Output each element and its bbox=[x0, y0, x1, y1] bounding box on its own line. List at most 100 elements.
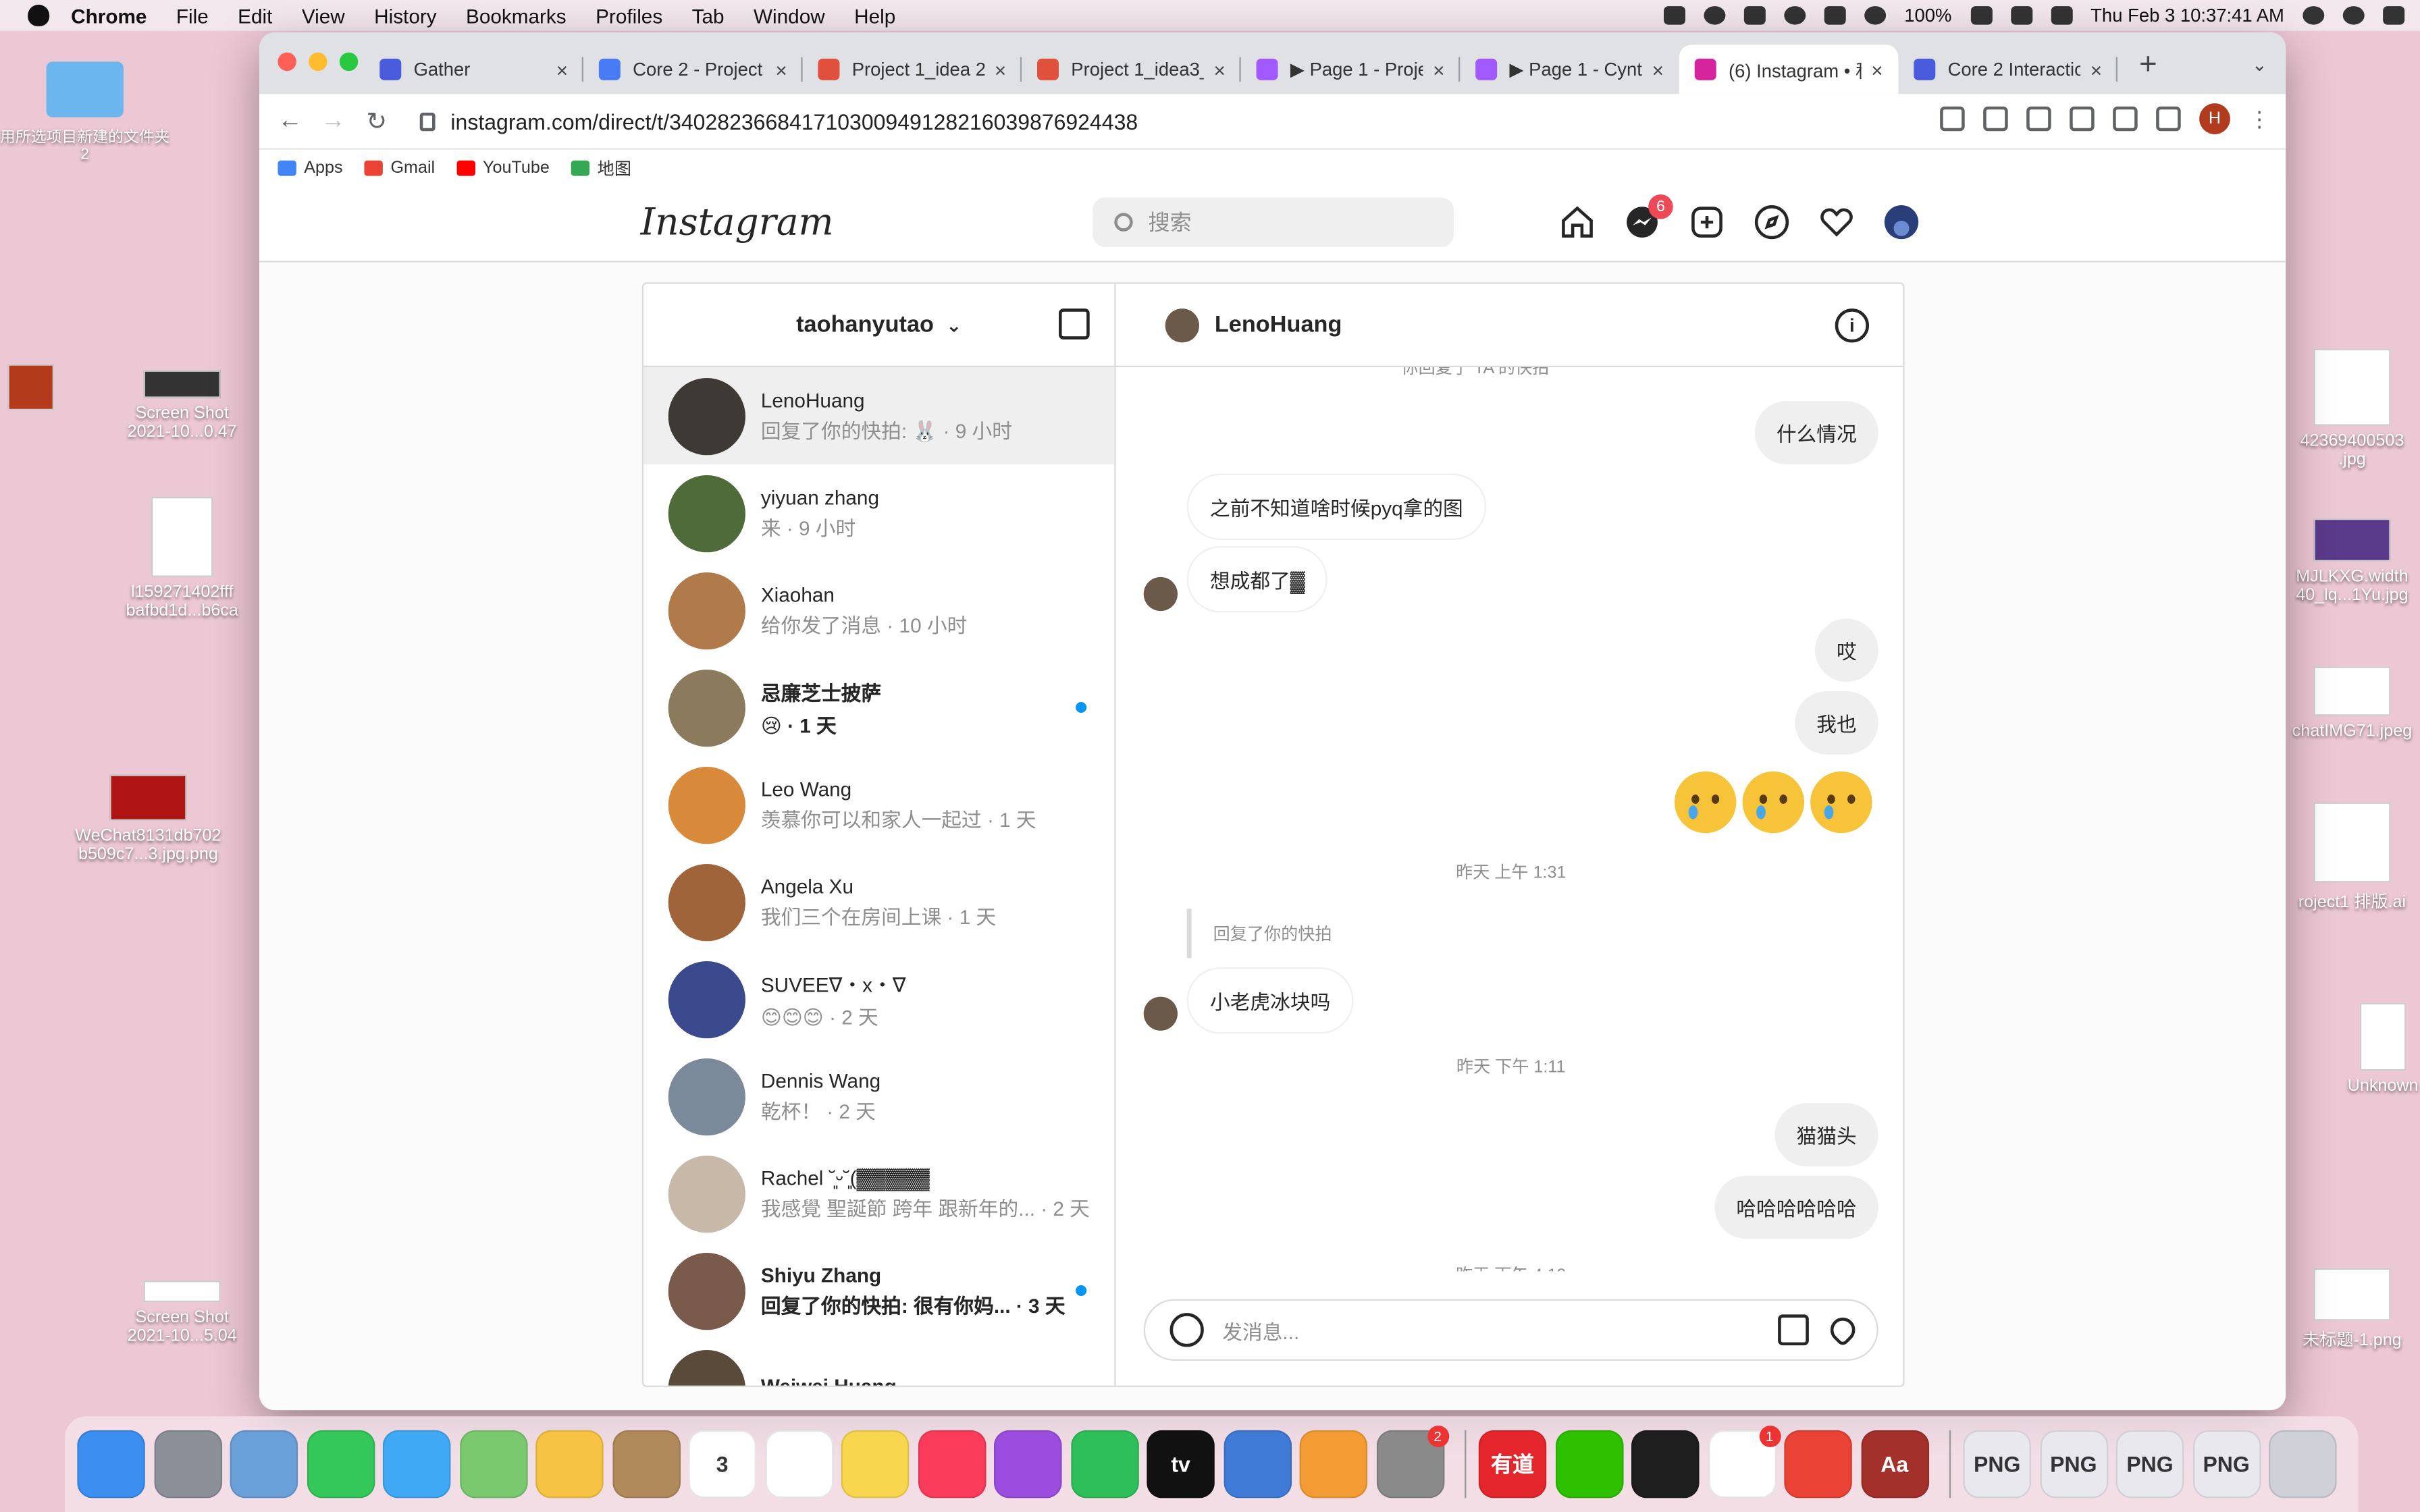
dock-app-trash-icon[interactable] bbox=[2269, 1430, 2337, 1498]
conversation-item[interactable]: Weiwei Huang bbox=[643, 1339, 1114, 1386]
lock-icon[interactable] bbox=[419, 112, 436, 132]
dock-app-wechat-icon[interactable] bbox=[1554, 1430, 1623, 1498]
menu-app-name[interactable]: Chrome bbox=[71, 4, 147, 27]
close-tab-icon[interactable]: × bbox=[995, 58, 1006, 81]
dock-app-png-2-icon[interactable]: PNG bbox=[2039, 1430, 2108, 1498]
dock-app-reminders-icon[interactable] bbox=[764, 1430, 833, 1498]
control-center-icon[interactable] bbox=[2383, 6, 2405, 25]
dropbox-icon[interactable] bbox=[1663, 6, 1685, 25]
close-tab-icon[interactable]: × bbox=[2090, 58, 2102, 81]
menu-help[interactable]: Help bbox=[854, 4, 895, 27]
conversation-item[interactable]: Xiaohan 给你发了消息 · 10 小时 bbox=[643, 562, 1114, 659]
message-bubble-received[interactable]: 想成都了▓ bbox=[1186, 546, 1328, 613]
bookmark-apps[interactable]: Apps bbox=[278, 158, 343, 177]
battery-icon[interactable] bbox=[1970, 6, 1992, 25]
explore-icon[interactable] bbox=[1754, 204, 1791, 241]
message-bubble-sent[interactable]: 哈哈哈哈哈哈 bbox=[1714, 1175, 1878, 1239]
reading-list-icon[interactable] bbox=[2113, 106, 2138, 132]
dock-app-tv-icon[interactable]: tv bbox=[1147, 1430, 1215, 1498]
forward-button[interactable]: → bbox=[312, 107, 355, 135]
back-button[interactable]: ← bbox=[269, 107, 312, 135]
search-input[interactable]: 搜索 bbox=[1093, 197, 1454, 247]
message-bubble-sent[interactable]: 猫猫头 bbox=[1774, 1103, 1878, 1167]
dock-app-figma-icon[interactable] bbox=[1631, 1430, 1700, 1498]
browser-tab[interactable]: (6) Instagram • 私 × bbox=[1679, 45, 1899, 94]
browser-tab[interactable]: Core 2 Interaction × bbox=[1898, 45, 2118, 94]
desktop-file[interactable]: chatIMG71.jpeg bbox=[2284, 666, 2420, 740]
more-menu-icon[interactable]: ⋮ bbox=[2248, 106, 2270, 132]
dock-app-png-4-icon[interactable]: PNG bbox=[2192, 1430, 2261, 1498]
menu-clock[interactable]: Thu Feb 3 10:37:41 AM bbox=[2090, 5, 2284, 26]
dock-app-chrome-icon[interactable] bbox=[1784, 1430, 1852, 1498]
chevron-down-icon[interactable]: ⌄ bbox=[946, 314, 962, 335]
message-bubble-sent[interactable]: 哎 bbox=[1814, 618, 1878, 682]
share-icon[interactable] bbox=[2026, 106, 2051, 132]
conversation-item[interactable]: Shiyu Zhang 回复了你的快拍: 很有你妈... · 3 天 bbox=[643, 1242, 1114, 1339]
menu-edit[interactable]: Edit bbox=[238, 4, 272, 27]
dock-app-podcasts-icon[interactable] bbox=[994, 1430, 1062, 1498]
key-icon[interactable] bbox=[1940, 106, 1965, 132]
dock-app-pages-icon[interactable] bbox=[1299, 1430, 1368, 1498]
crying-emoji-icon[interactable] bbox=[1810, 771, 1872, 834]
creative-cloud-icon[interactable] bbox=[1704, 6, 1726, 25]
profile-avatar-icon[interactable] bbox=[1883, 204, 1920, 241]
dock-app-music-icon[interactable] bbox=[917, 1430, 986, 1498]
zoom-window-button[interactable] bbox=[339, 52, 359, 72]
browser-tab[interactable]: Project 1_idea3_n × bbox=[1022, 45, 1241, 94]
profile-avatar[interactable]: H bbox=[2199, 103, 2230, 134]
dock-app-messages-icon[interactable] bbox=[382, 1430, 451, 1498]
home-icon[interactable] bbox=[1559, 204, 1596, 241]
conversation-item[interactable]: Rachel ˘͈ᵕ˘͈(▓▓▓▓▓ 我感覺 聖誕節 跨年 跟新年的... · 2… bbox=[643, 1145, 1114, 1242]
message-bubble-received[interactable]: 小老虎冰块吗 bbox=[1186, 967, 1354, 1034]
desktop-file[interactable]: Screen Shot 2021-10...0.47 bbox=[108, 370, 256, 441]
crying-emoji-icon[interactable] bbox=[1675, 771, 1737, 834]
menu-view[interactable]: View bbox=[302, 4, 345, 27]
dock-app-png-3-icon[interactable]: PNG bbox=[2115, 1430, 2184, 1498]
translate-icon[interactable] bbox=[1983, 106, 2008, 132]
conversation-item[interactable]: SUVEE∇・x・∇ 😊😊😊 · 2 天 bbox=[643, 950, 1114, 1048]
activity-heart-icon[interactable] bbox=[1818, 204, 1856, 241]
dock-app-contacts-icon[interactable] bbox=[612, 1430, 680, 1498]
dock-app-maps-icon[interactable] bbox=[459, 1430, 527, 1498]
desktop-file[interactable]: WeChat8131db702 b509c7...3.jpg.png bbox=[61, 774, 234, 864]
message-bubble-received[interactable]: 之前不知道啥时候pyq拿的图 bbox=[1186, 473, 1487, 541]
siri-icon[interactable] bbox=[2342, 6, 2365, 25]
conversation-item[interactable]: 忌廉芝士披萨 😢 · 1 天 bbox=[643, 659, 1114, 756]
close-tab-icon[interactable]: × bbox=[1652, 58, 1664, 81]
emoji-picker-icon[interactable] bbox=[1169, 1313, 1204, 1347]
crying-emoji-icon[interactable] bbox=[1742, 771, 1804, 834]
close-tab-icon[interactable]: × bbox=[1871, 58, 1883, 81]
close-window-button[interactable] bbox=[278, 52, 296, 72]
desktop-file[interactable]: Unknown bbox=[2346, 1002, 2420, 1096]
clipboard-icon[interactable] bbox=[1743, 6, 1766, 25]
address-bar[interactable]: instagram.com/direct/t/34028236684171030… bbox=[401, 100, 2099, 144]
volume-icon[interactable] bbox=[2050, 6, 2072, 25]
close-tab-icon[interactable]: × bbox=[1433, 58, 1444, 81]
desktop-file[interactable]: 未标题-1.png bbox=[2284, 1268, 2420, 1351]
message-input[interactable]: 发消息... bbox=[1222, 1316, 1299, 1345]
dock-app-preview-icon[interactable] bbox=[230, 1430, 298, 1498]
desktop-file[interactable]: MJLKXG.width 40_lq...1Yu.jpg bbox=[2284, 518, 2420, 605]
browser-tab[interactable]: Gather × bbox=[364, 45, 584, 94]
bookmark-gmail[interactable]: Gmail bbox=[364, 158, 435, 177]
close-tab-icon[interactable]: × bbox=[775, 58, 787, 81]
story-reply-note[interactable]: 回复了你的快拍 bbox=[1186, 909, 1332, 959]
like-heart-icon[interactable] bbox=[1825, 1312, 1861, 1348]
menu-tab[interactable]: Tab bbox=[692, 4, 725, 27]
dock-app-launchpad-icon[interactable] bbox=[153, 1430, 221, 1498]
message-composer[interactable]: 发消息... bbox=[1143, 1299, 1878, 1361]
image-upload-icon[interactable] bbox=[1778, 1314, 1809, 1346]
bookmark-star-icon[interactable] bbox=[2070, 106, 2095, 132]
message-thread[interactable]: 你回复了 TA 的快拍 什么情况 之前不知道啥时候pyq拿的图 想成都了▓ 哎 … bbox=[1116, 367, 1903, 1271]
bookmark-maps[interactable]: 地图 bbox=[571, 155, 631, 180]
dock-app-png-1-icon[interactable]: PNG bbox=[1963, 1430, 2032, 1498]
close-tab-icon[interactable]: × bbox=[1214, 58, 1226, 81]
dock-app-facetime-icon[interactable] bbox=[306, 1430, 375, 1498]
menu-profiles[interactable]: Profiles bbox=[596, 4, 662, 27]
new-tab-button[interactable]: + bbox=[2139, 48, 2157, 84]
menu-history[interactable]: History bbox=[374, 4, 436, 27]
account-switcher[interactable]: taohanyutao ⌄ bbox=[643, 284, 1115, 367]
conversation-item[interactable]: Angela Xu 我们三个在房间上课 · 1 天 bbox=[643, 853, 1114, 950]
reload-button[interactable]: ↻ bbox=[355, 106, 398, 137]
compose-message-icon[interactable] bbox=[1059, 308, 1090, 340]
